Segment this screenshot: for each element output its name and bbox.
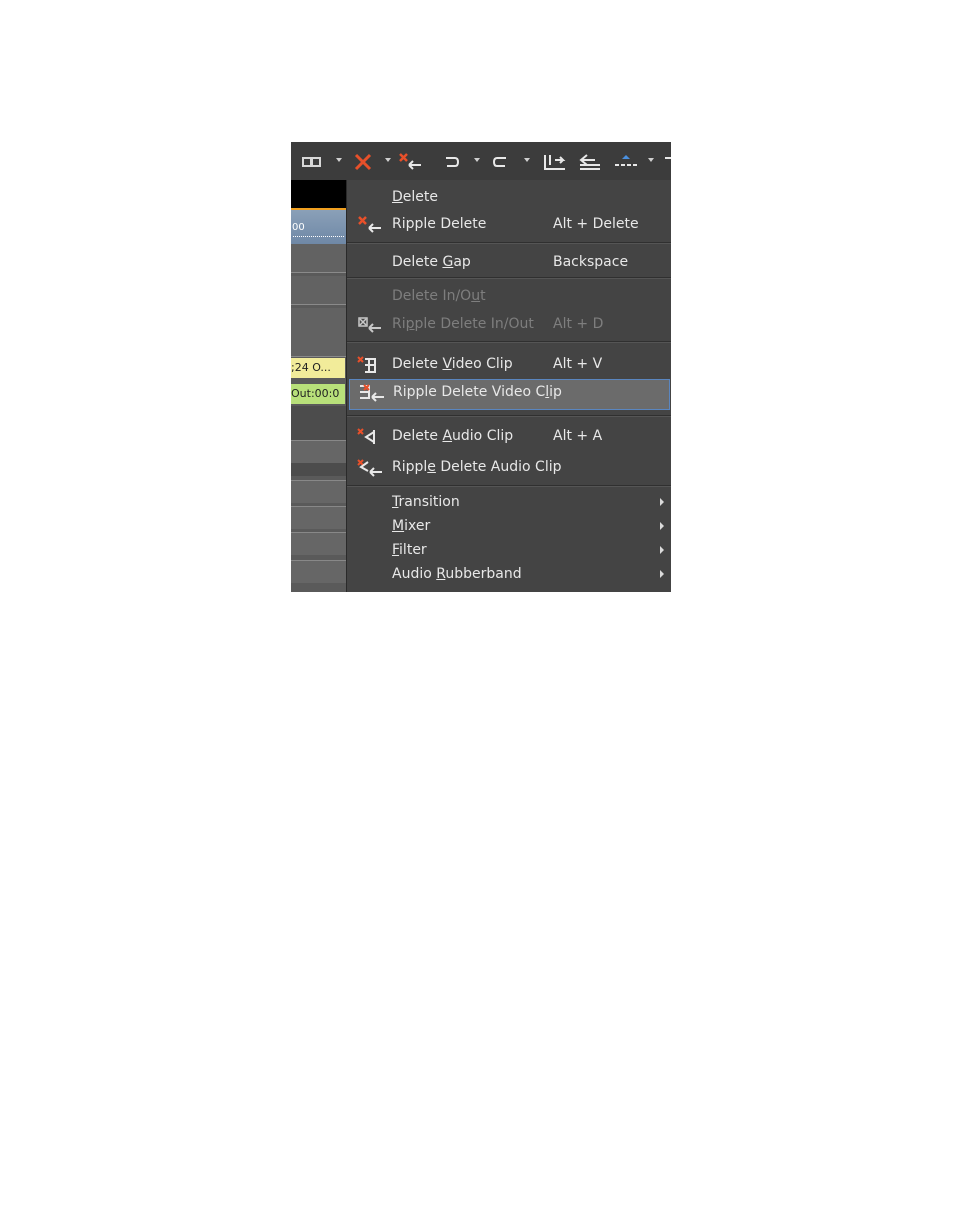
timecode-display (291, 180, 346, 208)
more-icon[interactable] (663, 152, 671, 172)
clip-out-label[interactable]: Out:00:0 (291, 384, 345, 404)
menu-item-ripple-delete[interactable]: Ripple Delete Alt + Delete (347, 211, 671, 239)
track-row[interactable] (291, 532, 346, 555)
submenu-arrow-icon (660, 570, 664, 578)
chevron-down-icon[interactable] (524, 158, 530, 162)
shortcut-label: Alt + V (553, 356, 603, 372)
delete-icon[interactable] (353, 152, 375, 172)
menu-item-filter[interactable]: Filter (347, 539, 671, 563)
shortcut-label: Alt + D (553, 316, 604, 332)
submenu-arrow-icon (660, 522, 664, 530)
menu-separator (347, 415, 671, 417)
clip-in-label[interactable]: ;24 O... (291, 358, 345, 378)
chevron-down-icon[interactable] (648, 158, 654, 162)
menu-item-delete-video-clip[interactable]: Delete Video Clip Alt + V (347, 351, 671, 379)
ripple-delete-icon (357, 215, 387, 235)
menu-separator (347, 341, 671, 343)
menu-item-ripple-delete-in-out: Ripple Delete In/Out Alt + D (347, 311, 671, 339)
menu-separator (347, 277, 671, 279)
track-row[interactable] (291, 440, 346, 463)
track-row[interactable] (291, 276, 346, 305)
track-row[interactable] (291, 560, 346, 583)
track-row[interactable] (291, 244, 346, 273)
submenu-arrow-icon (660, 546, 664, 554)
menu-item-ripple-delete-video-clip[interactable]: Ripple Delete Video Clip (349, 379, 670, 410)
menu-item-audio-rubberband[interactable]: Audio Rubberband (347, 563, 671, 587)
menu-item-ripple-delete-audio-clip[interactable]: Ripple Delete Audio Clip (347, 454, 671, 482)
delete-audio-clip-icon (357, 427, 387, 447)
overwrite-icon[interactable] (577, 152, 603, 172)
track-row[interactable] (291, 480, 346, 503)
ripple-delete-video-clip-icon (358, 383, 388, 403)
track-row[interactable] (291, 506, 346, 529)
track-row[interactable] (291, 330, 346, 357)
editor-screenshot: 00 ;24 O... Out:00:0 Delete Ripple Delet… (291, 142, 671, 592)
ripple-delete-icon[interactable] (397, 152, 425, 172)
menu-item-mixer[interactable]: Mixer (347, 515, 671, 539)
menu-separator (347, 485, 671, 487)
menu-separator (347, 242, 671, 244)
timeline-toolbar (291, 142, 671, 181)
undo-icon[interactable] (441, 152, 461, 172)
redo-icon[interactable] (491, 152, 511, 172)
chevron-down-icon[interactable] (385, 158, 391, 162)
shortcut-label: Alt + A (553, 428, 603, 444)
menu-item-transition[interactable]: Transition (347, 491, 671, 515)
ripple-delete-in-out-icon (357, 315, 387, 335)
clip-icon[interactable] (301, 152, 323, 172)
timeline-panel: 00 ;24 O... Out:00:0 (291, 180, 346, 592)
menu-item-delete-gap[interactable]: Delete Gap Backspace (347, 249, 671, 277)
menu-item-delete-audio-clip[interactable]: Delete Audio Clip Alt + A (347, 423, 671, 451)
timeline-ruler[interactable]: 00 (291, 208, 346, 244)
delete-video-clip-icon (357, 355, 387, 375)
menu-item-delete-in-out: Delete In/Out (392, 288, 486, 304)
chevron-down-icon[interactable] (336, 158, 342, 162)
submenu-arrow-icon (660, 498, 664, 506)
shortcut-label: Alt + Delete (553, 216, 639, 232)
marker-icon[interactable] (613, 152, 639, 172)
shortcut-label: Backspace (553, 254, 629, 270)
delete-context-menu: Delete Ripple Delete Alt + Delete Delete… (346, 180, 671, 592)
insert-icon[interactable] (542, 152, 568, 172)
ruler-label: 00 (292, 222, 305, 233)
ripple-delete-audio-clip-icon (357, 458, 387, 478)
menu-item-delete[interactable]: Delete (347, 184, 671, 212)
chevron-down-icon[interactable] (474, 158, 480, 162)
